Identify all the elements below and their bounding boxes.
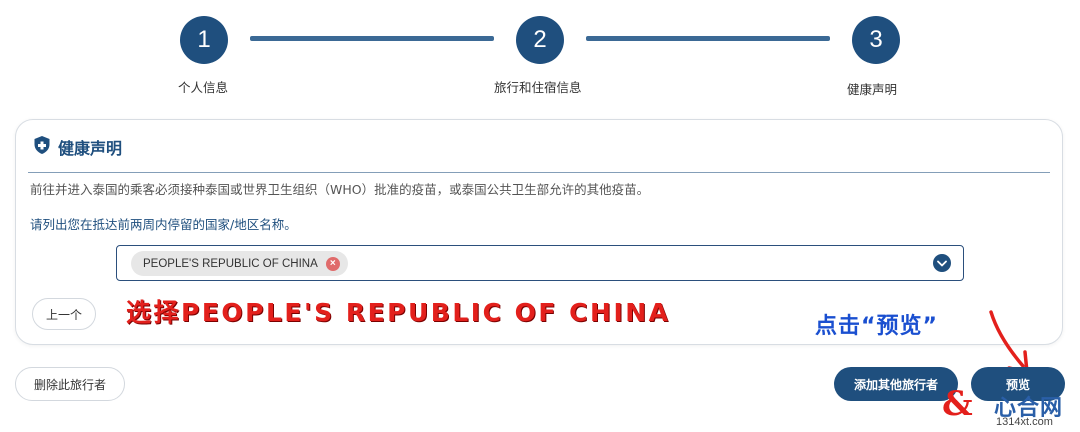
step-2-circle: 2 (516, 16, 564, 64)
countries-question: 请列出您在抵达前两周内停留的国家/地区名称。 (30, 217, 297, 232)
vaccine-note: 前往并进入泰国的乘客必须接种泰国或世界卫生组织（WHO）批准的疫苗，或泰国公共卫… (30, 182, 650, 197)
delete-traveler-button[interactable]: 删除此旅行者 (15, 367, 125, 401)
step-1-circle: 1 (180, 16, 228, 64)
previous-button[interactable]: 上一个 (32, 298, 96, 330)
step-3-circle: 3 (852, 16, 900, 64)
country-multiselect[interactable]: PEOPLE'S REPUBLIC OF CHINA × (116, 245, 964, 281)
instruction-click-preview: 点击“预览” (815, 314, 938, 339)
step-1-label: 个人信息 (178, 80, 229, 95)
selected-country-chip: PEOPLE'S REPUBLIC OF CHINA × (131, 251, 348, 276)
instruction-select-country: 选择PEOPLE'S REPUBLIC OF CHINA (126, 298, 671, 327)
chip-label: PEOPLE'S REPUBLIC OF CHINA (143, 257, 318, 270)
step-connector (250, 36, 494, 41)
card-header: 健康声明 (34, 135, 122, 159)
step-3-label: 健康声明 (847, 82, 898, 97)
divider (28, 172, 1050, 173)
shield-icon (34, 136, 50, 158)
watermark-symbol: & (942, 384, 973, 424)
close-icon[interactable]: × (325, 256, 340, 271)
card-title: 健康声明 (58, 139, 123, 158)
site-watermark: & 心合网 1314xt.com (938, 384, 1078, 432)
step-connector (586, 36, 830, 41)
step-2-label: 旅行和住宿信息 (494, 80, 582, 95)
chevron-down-icon[interactable] (933, 254, 951, 272)
watermark-url: 1314xt.com (996, 416, 1053, 428)
